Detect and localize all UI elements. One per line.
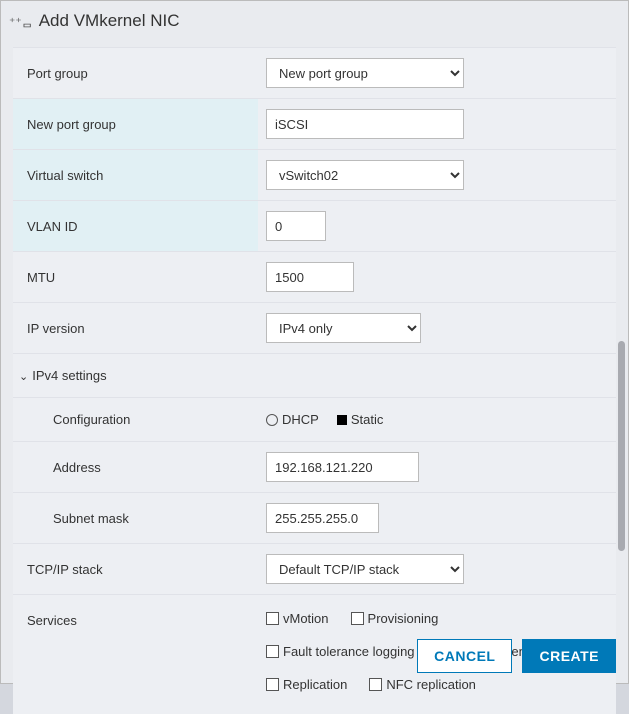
form-table: Port group New port group New port group… [13, 47, 616, 714]
create-button[interactable]: CREATE [522, 639, 616, 673]
subnet-mask-input[interactable] [266, 503, 379, 533]
address-label: Address [13, 442, 258, 493]
service-vmotion-label: vMotion [283, 611, 329, 626]
checkbox-unchecked-icon [369, 678, 382, 691]
service-provisioning-checkbox[interactable]: Provisioning [351, 611, 439, 626]
scrollbar-thumb[interactable] [618, 341, 625, 551]
radio-checked-icon [337, 415, 347, 425]
tcpip-stack-select[interactable]: Default TCP/IP stack [266, 554, 464, 584]
service-replication-checkbox[interactable]: Replication [266, 677, 347, 692]
checkbox-unchecked-icon [266, 612, 279, 625]
cancel-button[interactable]: CANCEL [417, 639, 512, 673]
nic-icon: ⁺⁺ᆷ [9, 13, 33, 30]
checkbox-unchecked-icon [266, 678, 279, 691]
mtu-input[interactable] [266, 262, 354, 292]
virtual-switch-select[interactable]: vSwitch02 [266, 160, 464, 190]
dialog-header: ⁺⁺ᆷ Add VMkernel NIC [1, 1, 628, 47]
ip-version-label: IP version [13, 303, 258, 354]
config-dhcp-radio[interactable]: DHCP [266, 412, 319, 427]
config-dhcp-label: DHCP [282, 412, 319, 427]
new-port-group-input[interactable] [266, 109, 464, 139]
vlan-id-input[interactable] [266, 211, 326, 241]
add-vmkernel-nic-dialog: ⁺⁺ᆷ Add VMkernel NIC Port group New port… [0, 0, 629, 684]
service-nfc-checkbox[interactable]: NFC replication [369, 677, 476, 692]
service-provisioning-label: Provisioning [368, 611, 439, 626]
configuration-radio-group: DHCP Static [266, 412, 608, 427]
configuration-label: Configuration [13, 398, 258, 442]
config-static-label: Static [351, 412, 384, 427]
service-vmotion-checkbox[interactable]: vMotion [266, 611, 329, 626]
config-static-radio[interactable]: Static [337, 412, 384, 427]
service-ft-checkbox[interactable]: Fault tolerance logging [266, 644, 415, 659]
mtu-label: MTU [13, 252, 258, 303]
chevron-down-icon: ⌄ [19, 370, 28, 383]
dialog-footer: CANCEL CREATE [417, 639, 616, 673]
virtual-switch-label: Virtual switch [13, 150, 258, 201]
checkbox-unchecked-icon [266, 645, 279, 658]
port-group-label: Port group [13, 48, 258, 99]
port-group-select[interactable]: New port group [266, 58, 464, 88]
services-label: Services [13, 595, 258, 714]
dialog-title: Add VMkernel NIC [39, 11, 180, 31]
ip-version-select[interactable]: IPv4 only [266, 313, 421, 343]
service-replication-label: Replication [283, 677, 347, 692]
radio-unchecked-icon [266, 414, 278, 426]
new-port-group-label: New port group [13, 99, 258, 150]
ipv4-settings-label: IPv4 settings [32, 368, 106, 383]
service-ft-label: Fault tolerance logging [283, 644, 415, 659]
address-input[interactable] [266, 452, 419, 482]
service-nfc-label: NFC replication [386, 677, 476, 692]
tcpip-stack-label: TCP/IP stack [13, 544, 258, 595]
vlan-id-label: VLAN ID [13, 201, 258, 252]
subnet-mask-label: Subnet mask [13, 493, 258, 544]
ipv4-settings-toggle[interactable]: ⌄ IPv4 settings [13, 354, 258, 398]
checkbox-unchecked-icon [351, 612, 364, 625]
